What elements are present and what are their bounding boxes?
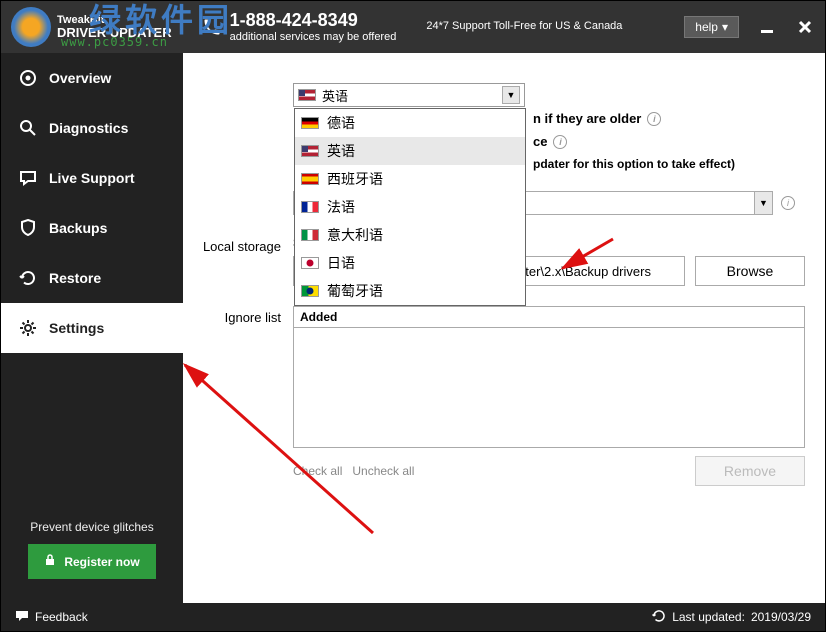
app-logo-icon bbox=[11, 7, 51, 47]
lang-option-pt[interactable]: 葡萄牙语 bbox=[295, 277, 525, 305]
lang-option-it[interactable]: 意大利语 bbox=[295, 221, 525, 249]
help-button[interactable]: help ▾ bbox=[684, 16, 739, 38]
last-updated: Last updated: 2019/03/29 bbox=[652, 609, 811, 626]
flag-us-icon bbox=[298, 89, 316, 101]
option-ce: ce i bbox=[533, 134, 805, 149]
local-storage-label: Local storage bbox=[193, 235, 293, 286]
logo-area: TweakBit DRIVER UPDATER bbox=[11, 7, 172, 47]
sidebar: Overview Diagnostics Live Support Backup… bbox=[1, 53, 183, 603]
restore-icon bbox=[19, 269, 37, 287]
language-selected: 英语 bbox=[322, 86, 348, 105]
sidebar-item-overview[interactable]: Overview bbox=[1, 53, 183, 103]
flag-fr-icon bbox=[301, 201, 319, 213]
titlebar: TweakBit DRIVER UPDATER 绿软件园 www.pc0359.… bbox=[1, 1, 825, 53]
flag-es-icon bbox=[301, 173, 319, 185]
refresh-icon bbox=[652, 609, 666, 626]
lang-option-en[interactable]: 英语 bbox=[295, 137, 525, 165]
shield-icon bbox=[19, 219, 37, 237]
flag-de-icon bbox=[301, 117, 319, 129]
ignore-list-header: Added bbox=[293, 306, 805, 328]
minimize-button[interactable] bbox=[757, 17, 777, 37]
app-window: TweakBit DRIVER UPDATER 绿软件园 www.pc0359.… bbox=[0, 0, 826, 632]
close-button[interactable] bbox=[795, 17, 815, 37]
lock-icon bbox=[44, 554, 56, 569]
browse-button[interactable]: Browse bbox=[695, 256, 805, 286]
info-icon[interactable]: i bbox=[553, 135, 567, 149]
sidebar-item-live-support[interactable]: Live Support bbox=[1, 153, 183, 203]
chat-icon bbox=[19, 169, 37, 187]
chevron-down-icon: ▼ bbox=[502, 86, 520, 104]
ignore-list-body[interactable] bbox=[293, 328, 805, 448]
gear-icon bbox=[19, 319, 37, 337]
phone-icon bbox=[202, 17, 222, 37]
promo-box: Prevent device glitches Register now bbox=[1, 502, 183, 603]
product-name: DRIVER UPDATER bbox=[57, 26, 172, 40]
lang-option-de[interactable]: 德语 bbox=[295, 109, 525, 137]
search-icon bbox=[19, 119, 37, 137]
uncheck-all-link[interactable]: Uncheck all bbox=[352, 464, 414, 478]
language-select[interactable]: 英语 ▼ 德语 英语 西班牙语 法语 意大利语 日语 葡萄牙语 bbox=[293, 83, 525, 107]
info-icon[interactable]: i bbox=[781, 196, 795, 210]
sidebar-item-diagnostics[interactable]: Diagnostics bbox=[1, 103, 183, 153]
chevron-down-icon: ▼ bbox=[754, 192, 772, 214]
feedback-link[interactable]: Feedback bbox=[15, 609, 88, 626]
sidebar-item-restore[interactable]: Restore bbox=[1, 253, 183, 303]
flag-jp-icon bbox=[301, 257, 319, 269]
lang-option-fr[interactable]: 法语 bbox=[295, 193, 525, 221]
lang-option-jp[interactable]: 日语 bbox=[295, 249, 525, 277]
register-button[interactable]: Register now bbox=[28, 544, 155, 579]
flag-us-icon bbox=[301, 145, 319, 157]
flag-it-icon bbox=[301, 229, 319, 241]
info-icon[interactable]: i bbox=[647, 112, 661, 126]
restart-note: pdater for this option to take effect) bbox=[533, 157, 805, 171]
chat-icon bbox=[15, 609, 29, 626]
support-phone: 1-888-424-8349 additional services may b… bbox=[202, 10, 397, 45]
chevron-down-icon: ▾ bbox=[722, 20, 728, 34]
lang-option-es[interactable]: 西班牙语 bbox=[295, 165, 525, 193]
option-older: n if they are older i bbox=[533, 111, 805, 126]
sidebar-item-backups[interactable]: Backups bbox=[1, 203, 183, 253]
phone-number: 1-888-424-8349 bbox=[230, 10, 397, 32]
remove-button[interactable]: Remove bbox=[695, 456, 805, 486]
check-all-link[interactable]: Check all bbox=[293, 464, 342, 478]
promo-text: Prevent device glitches bbox=[13, 520, 171, 534]
phone-subtext: additional services may be offered bbox=[230, 31, 397, 44]
language-dropdown: 德语 英语 西班牙语 法语 意大利语 日语 葡萄牙语 bbox=[294, 108, 526, 306]
toll-free-text: 24*7 Support Toll-Free for US & Canada bbox=[426, 20, 622, 33]
flag-pt-icon bbox=[301, 285, 319, 297]
target-icon bbox=[19, 69, 37, 87]
content-area: 英语 ▼ 德语 英语 西班牙语 法语 意大利语 日语 葡萄牙语 bbox=[183, 53, 825, 603]
ignore-list-label: Ignore list bbox=[193, 306, 293, 486]
sidebar-item-settings[interactable]: Settings bbox=[1, 303, 183, 353]
footer: Feedback Last updated: 2019/03/29 bbox=[1, 603, 825, 631]
